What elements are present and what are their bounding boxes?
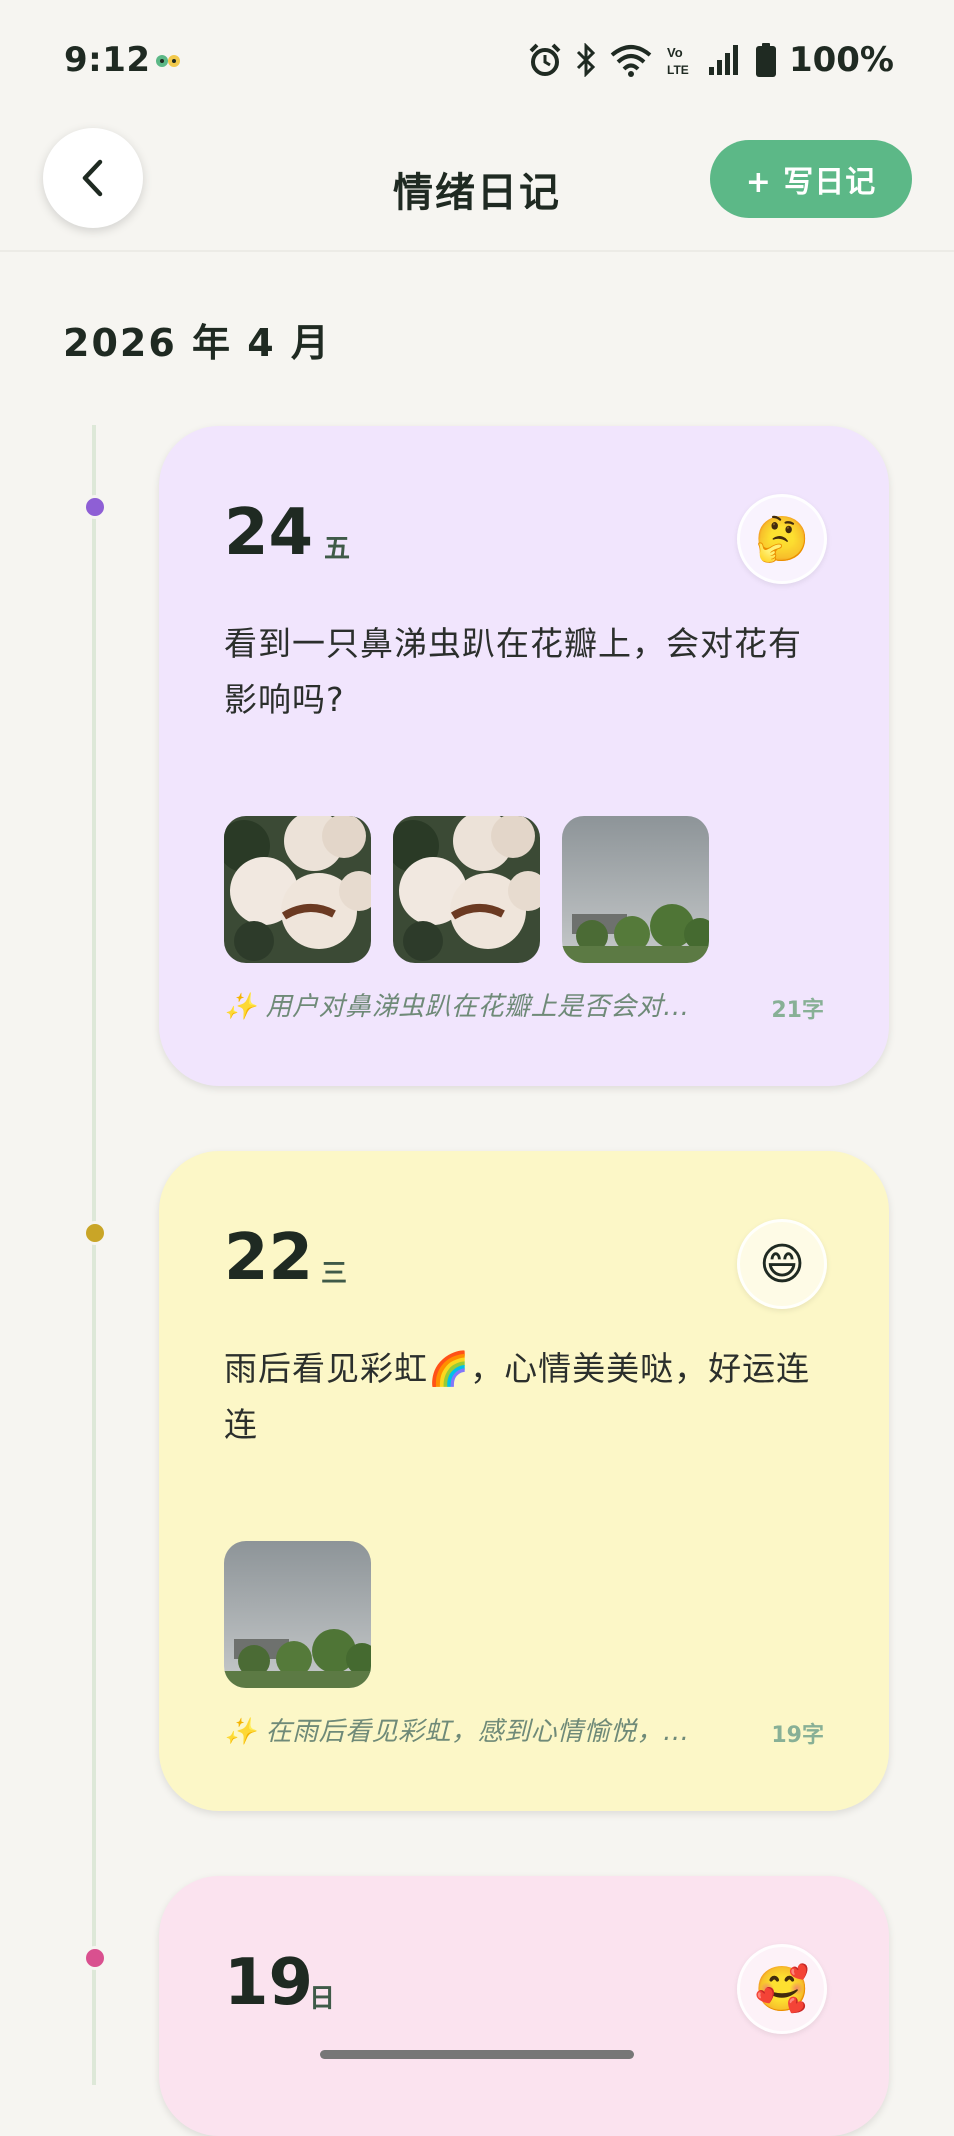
write-diary-button[interactable]: + 写日记 [710,140,912,218]
ai-summary: ✨ 在雨后看见彩虹，感到心情愉悦，... [224,1717,690,1747]
battery-icon [755,43,776,77]
word-count: 21字 [771,998,824,1023]
entry-day: 22 [224,1221,314,1295]
thinking-face-icon: 🤔 [737,494,827,584]
notification-app-icon [156,55,180,67]
timeline-dot [83,495,107,519]
diary-entry-card[interactable]: 24 五 🤔 看到一只鼻涕虫趴在花瓣上，会对花有影响吗? ✨ 用户对鼻涕虫趴在花… [159,426,889,1086]
timeline-line [92,425,96,2085]
entry-photo-sky[interactable] [562,816,709,963]
wifi-icon [610,45,652,77]
ai-summary: ✨ 用户对鼻涕虫趴在花瓣上是否会对... [224,992,690,1022]
status-time: 9:12 [64,40,151,80]
timeline-dot [83,1946,107,1970]
svg-text:Vo: Vo [667,45,683,60]
diary-entry-card[interactable]: 19 日 🥰 [159,1876,889,2136]
entry-day: 24 [224,496,314,570]
entry-text: 看到一只鼻涕虫趴在花瓣上，会对花有影响吗? [224,624,802,719]
entry-weekday: 日 [309,1984,336,2014]
signal-icon [708,45,738,75]
battery-percent: 100% [788,40,894,80]
entry-text: 雨后看见彩虹🌈，心情美美哒，好运连连 [224,1349,811,1444]
alarm-icon [529,43,561,76]
entry-photo-roses[interactable] [224,816,371,963]
diary-entry-card[interactable]: 22 三 😄 雨后看见彩虹🌈，心情美美哒，好运连连 ✨ 在雨后看见彩虹，感到心情… [159,1151,889,1811]
entry-photo-sky[interactable] [224,1541,371,1688]
grinning-face-icon: 😄 [737,1219,827,1309]
volte-icon: Vo LTE [667,45,689,77]
entry-weekday: 三 [321,1259,348,1289]
entry-weekday: 五 [324,534,351,564]
app-header: 情绪日记 + 写日记 [0,110,954,252]
home-indicator[interactable] [320,2050,634,2059]
timeline-dot [83,1221,107,1245]
word-count: 19字 [771,1723,824,1748]
bluetooth-icon [576,43,596,77]
smiling-face-with-hearts-icon: 🥰 [737,1944,827,2034]
entry-photo-roses[interactable] [393,816,540,963]
svg-text:LTE: LTE [667,63,689,77]
entry-day: 19 [224,1946,314,2020]
month-label: 2026 年 4 月 [63,321,331,365]
status-bar: 9:12 Vo LTE 100% [0,0,954,110]
